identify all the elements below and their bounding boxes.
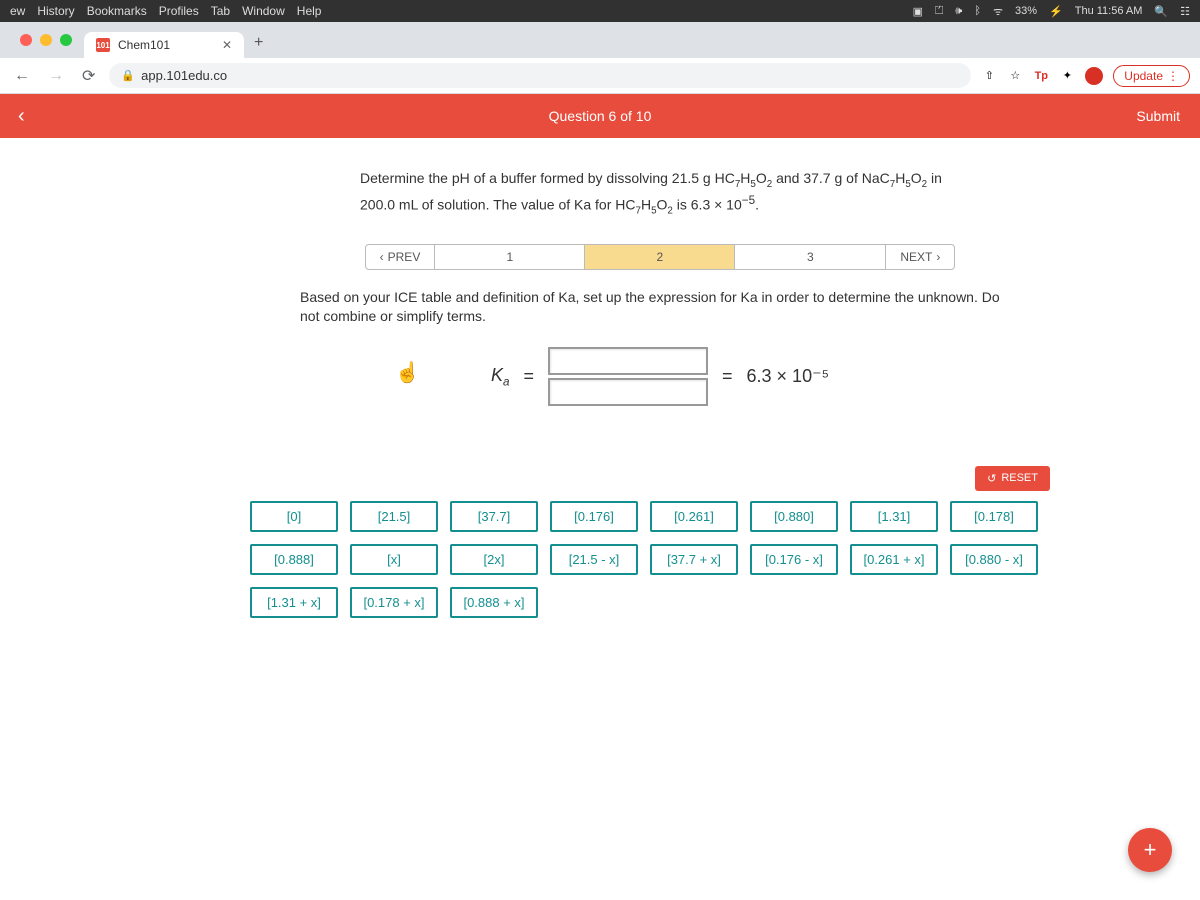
menu-item[interactable]: ew [10,4,25,18]
answer-tile[interactable]: [1.31] [850,501,938,532]
share-icon[interactable]: ⇧ [981,68,997,84]
answer-tile[interactable]: [0.880] [750,501,838,532]
answer-tile[interactable]: [0.888 + x] [450,587,538,618]
clock[interactable]: Thu 11:56 AM [1075,5,1143,17]
star-icon[interactable]: ☆ [1007,68,1023,84]
prev-step-button[interactable]: ‹ PREV [365,244,436,270]
answer-tile[interactable]: [21.5] [350,501,438,532]
step-navigator: ‹ PREV 1 2 3 NEXT › [180,244,1140,270]
answer-tile[interactable]: [0.176 - x] [750,544,838,575]
forward-button[interactable]: → [44,63,68,89]
tab-title: Chem101 [118,38,170,52]
display-icon[interactable]: ⏍ [935,5,943,18]
answer-tile[interactable]: [0] [250,501,338,532]
tab-favicon-icon: 101 [96,38,110,52]
answer-tiles: [0] [21.5] [37.7] [0.176] [0.261] [0.880] [1.3… [250,501,1070,618]
url-field[interactable]: 🔒 app.101edu.co [109,63,971,88]
answer-tile[interactable]: [0.176] [550,501,638,532]
new-tab-button[interactable]: + [244,28,273,58]
answer-tile[interactable]: [0.261 + x] [850,544,938,575]
app-back-button[interactable]: ‹ [0,105,43,128]
answer-tile[interactable]: [0.880 - x] [950,544,1038,575]
add-fab-button[interactable]: + [1128,828,1172,872]
menu-item[interactable]: Bookmarks [87,4,147,18]
answer-tile[interactable]: [37.7 + x] [650,544,738,575]
answer-tile[interactable]: [2x] [450,544,538,575]
mac-menu-left: ew History Bookmarks Profiles Tab Window… [10,4,321,18]
answer-tile[interactable]: [0.261] [650,501,738,532]
window-maximize-button[interactable] [60,34,72,46]
reset-icon: ↺ [987,472,996,485]
puzzle-icon[interactable]: ✦ [1059,68,1075,84]
step-instruction: Based on your ICE table and definition o… [300,288,1020,327]
denominator-slot[interactable] [548,378,708,406]
menu-item[interactable]: Profiles [159,4,199,18]
ka-value: 6.3 × 10⁻⁵ [747,366,830,387]
spotlight-icon[interactable]: 🔍 [1154,5,1168,18]
battery-icon[interactable]: ⚡ [1049,5,1063,18]
next-step-button[interactable]: NEXT › [885,244,955,270]
fraction-drop-zone [548,347,708,406]
menu-item[interactable]: History [37,4,74,18]
answer-tile[interactable]: [1.31 + x] [250,587,338,618]
extension-tp-icon[interactable]: Tp [1033,68,1049,84]
wifi-icon[interactable]: ᯤ [993,4,1003,19]
ka-equation: Ka = = 6.3 × 10⁻⁵ [180,347,1140,406]
browser-window: 101 Chem101 ✕ + ← → ⟳ 🔒 app.101edu.co ⇧ … [0,22,1200,900]
question-counter: Question 6 of 10 [549,108,652,124]
tab-strip: 101 Chem101 ✕ + [0,22,1200,58]
numerator-slot[interactable] [548,347,708,375]
ka-label: Ka [491,365,510,389]
menu-item[interactable]: Window [242,4,285,18]
battery-percent: 33% [1015,5,1037,17]
menu-item[interactable]: Tab [211,4,230,18]
bluetooth-icon[interactable]: ᛒ [974,5,981,17]
mac-menubar: ew History Bookmarks Profiles Tab Window… [0,0,1200,22]
equals-sign-2: = [722,366,733,387]
step-1-button[interactable]: 1 [435,244,585,270]
answer-tile[interactable]: [x] [350,544,438,575]
question-prompt: Determine the pH of a buffer formed by d… [360,168,960,220]
submit-button[interactable]: Submit [1116,108,1200,124]
browser-tab[interactable]: 101 Chem101 ✕ [84,32,244,58]
lock-icon: 🔒 [121,69,135,82]
volume-icon[interactable]: 🕪 [955,5,962,18]
step-3-button[interactable]: 3 [735,244,885,270]
menu-item[interactable]: Help [297,4,322,18]
update-button[interactable]: Update ⋮ [1113,65,1190,87]
profile-avatar-icon[interactable] [1085,67,1103,85]
screen-share-icon[interactable]: ▣ [913,5,923,18]
address-bar: ← → ⟳ 🔒 app.101edu.co ⇧ ☆ Tp ✦ Update ⋮ [0,58,1200,94]
answer-tile[interactable]: [0.888] [250,544,338,575]
window-minimize-button[interactable] [40,34,52,46]
answer-tile[interactable]: [21.5 - x] [550,544,638,575]
back-button[interactable]: ← [10,63,34,89]
app-header: ‹ Question 6 of 10 Submit [0,94,1200,138]
control-center-icon[interactable]: ☷ [1180,5,1190,18]
kebab-icon: ⋮ [1167,69,1179,83]
answer-tile[interactable]: [0.178] [950,501,1038,532]
url-text: app.101edu.co [141,68,227,83]
answer-tile[interactable]: [0.178 + x] [350,587,438,618]
answer-tile[interactable]: [37.7] [450,501,538,532]
tab-close-button[interactable]: ✕ [222,38,232,52]
mac-menu-right: ▣ ⏍ 🕪 ᛒ ᯤ 33% ⚡ Thu 11:56 AM 🔍 ☷ [913,4,1190,19]
traffic-lights [8,34,84,46]
window-close-button[interactable] [20,34,32,46]
question-content: Determine the pH of a buffer formed by d… [0,138,1200,900]
step-2-button[interactable]: 2 [585,244,735,270]
chem101-app: ‹ Question 6 of 10 Submit Determine the … [0,94,1200,900]
reset-button[interactable]: ↺ RESET [975,466,1050,491]
equals-sign: = [523,366,534,387]
reload-button[interactable]: ⟳ [78,62,99,90]
